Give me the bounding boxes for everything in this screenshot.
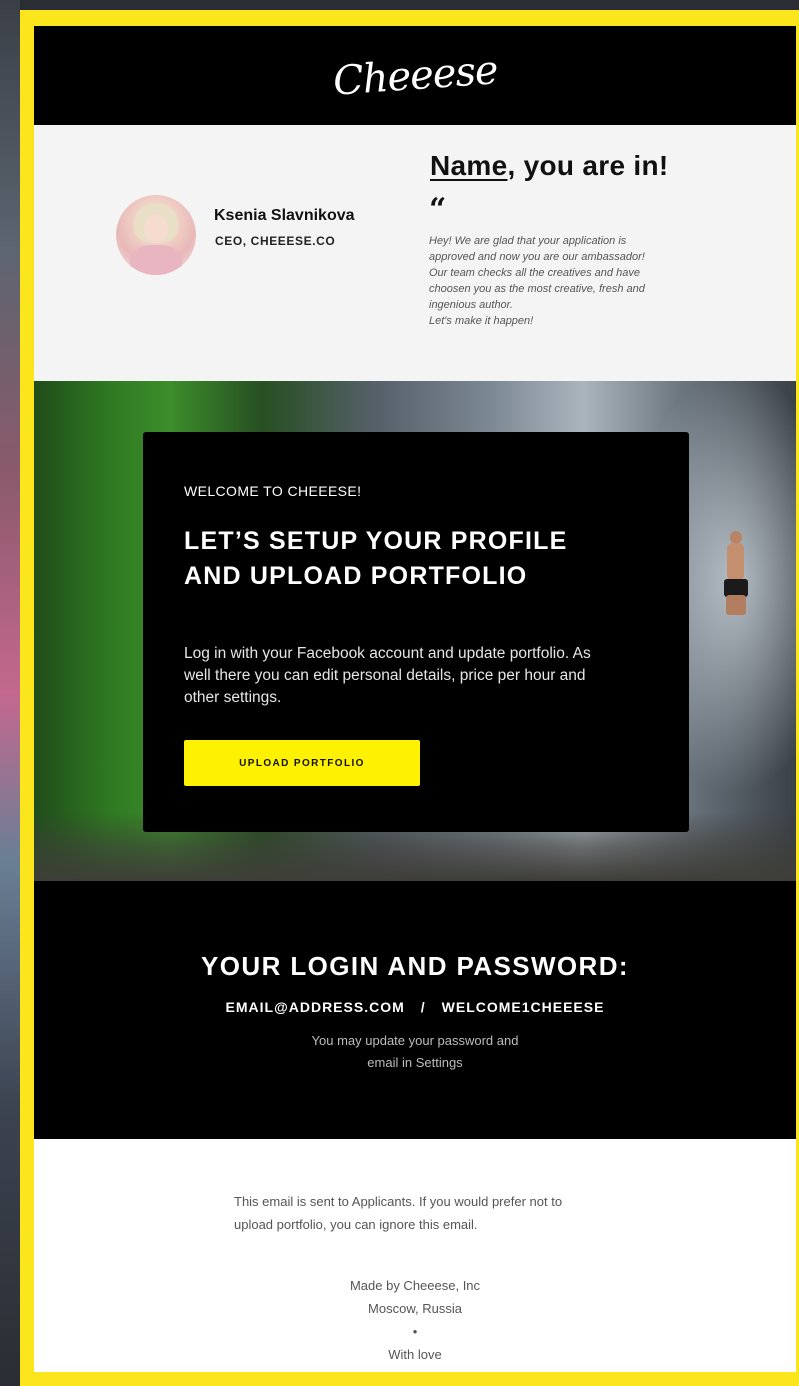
welcome-message: Hey! We are glad that your application i… bbox=[429, 233, 719, 329]
footer-location-line: Moscow, Russia • With love bbox=[34, 1297, 796, 1366]
hero-section: WELCOME TO CHEEESE! LET’S SETUP YOUR PRO… bbox=[34, 381, 796, 881]
welcome-card: WELCOME TO CHEEESE! LET’S SETUP YOUR PRO… bbox=[143, 432, 689, 832]
email-footer: This email is sent to Applicants. If you… bbox=[34, 1139, 796, 1372]
diver-image bbox=[720, 531, 750, 621]
credentials-title: YOUR LOGIN AND PASSWORD: bbox=[201, 951, 629, 981]
message-line: Our team checks all the creatives and ha… bbox=[429, 267, 640, 279]
credentials-note-line: You may update your password and bbox=[311, 1033, 519, 1048]
setup-description: Log in with your Facebook account and up… bbox=[184, 645, 591, 706]
credentials-section: YOUR LOGIN AND PASSWORD: EMAIL@ADDRESS.C… bbox=[34, 881, 796, 1139]
login-password: WELCOME1CHEEESE bbox=[441, 999, 605, 1015]
upload-portfolio-button[interactable]: UPLOAD PORTFOLIO bbox=[184, 740, 420, 786]
credentials-separator: / bbox=[420, 999, 426, 1015]
bullet-separator: • bbox=[412, 1324, 418, 1339]
email-template: Cheeese Ksenia Slavnikova CEO, CHEEESE.C… bbox=[34, 26, 796, 1372]
message-line: Hey! We are glad that your application i… bbox=[429, 235, 627, 247]
credentials-note-line: email in Settings bbox=[367, 1055, 463, 1070]
message-line: ingenious author. bbox=[429, 299, 513, 311]
quote-icon: “ bbox=[429, 192, 447, 227]
message-line: choosen you as the most creative, fresh … bbox=[429, 283, 645, 295]
login-email[interactable]: EMAIL@ADDRESS.COM bbox=[226, 999, 405, 1015]
brand-logo[interactable]: Cheeese bbox=[331, 47, 498, 104]
author-role: CEO, CHEEESE.CO bbox=[215, 234, 336, 248]
footer-credits: Made by Cheeese, Inc Moscow, Russia • With… bbox=[34, 1274, 796, 1366]
with-love: With love bbox=[388, 1347, 442, 1362]
email-header: Cheeese bbox=[34, 26, 796, 125]
made-by: Made by Cheeese, Inc bbox=[349, 1278, 481, 1293]
avatar bbox=[116, 195, 196, 275]
welcome-kicker: WELCOME TO CHEEESE! bbox=[184, 483, 362, 499]
intro-section: Ksenia Slavnikova CEO, CHEEESE.CO Name, … bbox=[34, 125, 796, 381]
setup-heading: LET’S SETUP YOUR PROFILE AND UPLOAD PORT… bbox=[184, 527, 568, 590]
footer-disclaimer: This email is sent to Applicants. If you… bbox=[234, 1194, 563, 1232]
title-rest: , you are in! bbox=[507, 150, 669, 181]
recipient-name: Name bbox=[430, 150, 508, 181]
page-title: Name, you are in! bbox=[430, 150, 669, 182]
location: Moscow, Russia bbox=[368, 1301, 462, 1316]
background-left-strip bbox=[0, 0, 20, 1386]
message-line: Let's make it happen! bbox=[429, 315, 534, 327]
credentials-line: EMAIL@ADDRESS.COM / WELCOME1CHEEESE bbox=[34, 999, 796, 1015]
message-line: approved and now you are our ambassador! bbox=[429, 251, 645, 263]
author-name: Ksenia Slavnikova bbox=[214, 207, 355, 224]
credentials-note: You may update your password and email i… bbox=[34, 1030, 796, 1074]
